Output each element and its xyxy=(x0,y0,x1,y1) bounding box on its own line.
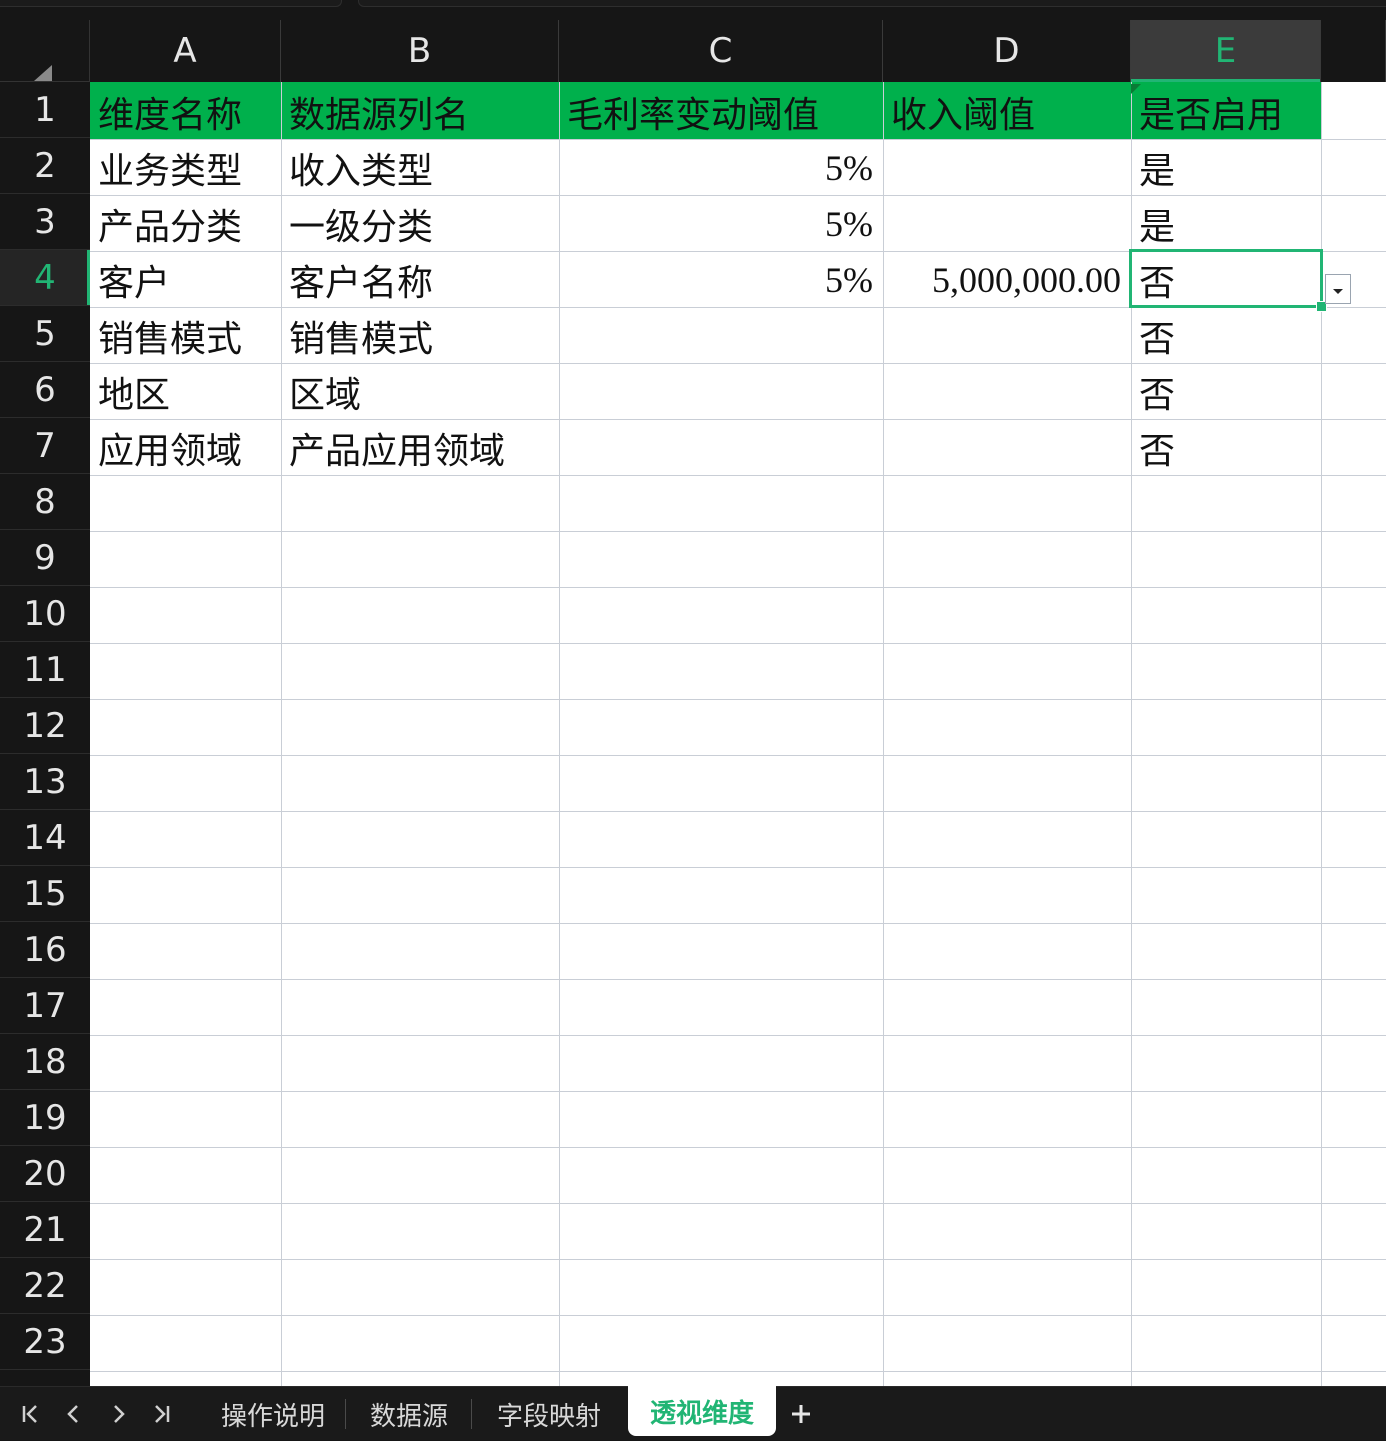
chevron-down-icon xyxy=(1333,288,1343,294)
gridline-horizontal xyxy=(90,1035,1386,1036)
cell-E1[interactable]: 是否启用 xyxy=(1131,84,1321,140)
gridline-horizontal xyxy=(90,531,1386,532)
cell-E3[interactable]: 是 xyxy=(1131,196,1321,252)
toolbar-segment xyxy=(0,0,342,7)
sheet-tab-bar: 操作说明 数据源 字段映射 透视维度 xyxy=(0,1386,1386,1440)
gridline-horizontal xyxy=(90,923,1386,924)
row-header-11[interactable]: 11 xyxy=(0,642,90,698)
cell-B3[interactable]: 一级分类 xyxy=(281,196,559,252)
row-header-13[interactable]: 13 xyxy=(0,754,90,810)
gridline-horizontal xyxy=(90,1147,1386,1148)
last-sheet-icon[interactable] xyxy=(146,1401,176,1427)
cell-C1[interactable]: 毛利率变动阈值 xyxy=(559,84,883,140)
row-header-7[interactable]: 7 xyxy=(0,418,90,474)
row-header-18[interactable]: 18 xyxy=(0,1034,90,1090)
toolbar-segment xyxy=(358,0,1386,7)
tab-data-source[interactable]: 数据源 xyxy=(346,1387,472,1441)
cell-B7[interactable]: 产品应用领域 xyxy=(281,420,559,476)
cell-B5[interactable]: 销售模式 xyxy=(281,308,559,364)
cell-B4[interactable]: 客户名称 xyxy=(281,252,559,308)
spreadsheet: ABCDE 1 2 3 4 5 6 7 8 9 10 11 12 13 14 15 16 17 18 19 20 21 2… xyxy=(0,0,1386,1386)
cell-B6[interactable]: 区域 xyxy=(281,364,559,420)
column-header-D[interactable]: D xyxy=(883,20,1131,82)
row-header-22[interactable]: 22 xyxy=(0,1258,90,1314)
row-header-17[interactable]: 17 xyxy=(0,978,90,1034)
row-header-23[interactable]: 23 xyxy=(0,1314,90,1370)
gridline-horizontal xyxy=(90,867,1386,868)
gridline-horizontal xyxy=(90,979,1386,980)
row-header-16[interactable]: 16 xyxy=(0,922,90,978)
cell-B2[interactable]: 收入类型 xyxy=(281,140,559,196)
cell-A3[interactable]: 产品分类 xyxy=(90,196,281,252)
cell-A2[interactable]: 业务类型 xyxy=(90,140,281,196)
select-all-corner[interactable] xyxy=(0,20,90,82)
cell-E6[interactable]: 否 xyxy=(1131,364,1321,420)
cell-A1[interactable]: 维度名称 xyxy=(90,84,281,140)
cell-A7[interactable]: 应用领域 xyxy=(90,420,281,476)
cell-C2[interactable]: 5% xyxy=(559,140,883,196)
gridline-horizontal xyxy=(90,755,1386,756)
next-sheet-icon[interactable] xyxy=(104,1401,134,1427)
row-header-21[interactable]: 21 xyxy=(0,1202,90,1258)
tab-operation-guide[interactable]: 操作说明 xyxy=(200,1387,346,1441)
row-header-8[interactable]: 8 xyxy=(0,474,90,530)
column-header-A[interactable]: A xyxy=(90,20,281,82)
gridline-horizontal xyxy=(90,1315,1386,1316)
row-header-1[interactable]: 1 xyxy=(0,82,90,138)
first-sheet-icon[interactable] xyxy=(16,1401,46,1427)
row-header-3[interactable]: 3 xyxy=(0,194,90,250)
gridline-horizontal xyxy=(90,699,1386,700)
row-header-5[interactable]: 5 xyxy=(0,306,90,362)
cell-A6[interactable]: 地区 xyxy=(90,364,281,420)
row-header-2[interactable]: 2 xyxy=(0,138,90,194)
cell-D1[interactable]: 收入阈值 xyxy=(883,84,1131,140)
select-all-triangle-icon xyxy=(34,65,52,81)
gridline-horizontal xyxy=(90,643,1386,644)
row-header-19[interactable]: 19 xyxy=(0,1090,90,1146)
tab-label: 操作说明 xyxy=(220,1401,325,1432)
cell-D4[interactable]: 5,000,000.00 xyxy=(883,252,1131,308)
row-header-6[interactable]: 6 xyxy=(0,362,90,418)
column-header-blank[interactable] xyxy=(1321,20,1386,82)
top-toolbar-edge xyxy=(0,0,1386,20)
row-header-4[interactable]: 4 xyxy=(0,250,90,306)
row-header-15[interactable]: 15 xyxy=(0,866,90,922)
cell-E5[interactable]: 否 xyxy=(1131,308,1321,364)
row-header-9[interactable]: 9 xyxy=(0,530,90,586)
gridline-horizontal xyxy=(90,1371,1386,1372)
plus-icon xyxy=(792,1405,810,1423)
column-header-B[interactable]: B xyxy=(281,20,559,82)
tab-label: 字段映射 xyxy=(496,1401,601,1432)
cell-grid[interactable]: 维度名称 数据源列名 毛利率变动阈值 收入阈值 是否启用 业务类型 收入类型 5% 是产品分类一… xyxy=(90,82,1386,1386)
cell-E4[interactable]: 否 xyxy=(1131,252,1321,308)
cell-C4[interactable]: 5% xyxy=(559,252,883,308)
cell-E2[interactable]: 是 xyxy=(1131,140,1321,196)
gridline-vertical xyxy=(1321,82,1322,1386)
cell-E7[interactable]: 否 xyxy=(1131,420,1321,476)
row-header-12[interactable]: 12 xyxy=(0,698,90,754)
cell-C3[interactable]: 5% xyxy=(559,196,883,252)
gridline-horizontal xyxy=(90,811,1386,812)
gridline-horizontal xyxy=(90,1091,1386,1092)
tab-field-mapping[interactable]: 字段映射 xyxy=(472,1387,626,1441)
gridline-horizontal xyxy=(90,1259,1386,1260)
row-header-20[interactable]: 20 xyxy=(0,1146,90,1202)
gridline-horizontal xyxy=(90,587,1386,588)
dropdown-button[interactable] xyxy=(1325,274,1351,304)
tab-pivot-dimensions[interactable]: 透视维度 xyxy=(628,1386,776,1436)
cell-A4[interactable]: 客户 xyxy=(90,252,281,308)
column-header-E[interactable]: E xyxy=(1131,20,1321,82)
comment-indicator xyxy=(1131,84,1141,94)
row-header-partial[interactable] xyxy=(0,1370,90,1386)
tab-label: 数据源 xyxy=(369,1401,448,1432)
row-header-14[interactable]: 14 xyxy=(0,810,90,866)
add-sheet-button[interactable] xyxy=(786,1397,816,1431)
gridline-horizontal xyxy=(90,1203,1386,1204)
cell-B1[interactable]: 数据源列名 xyxy=(281,84,559,140)
column-header-C[interactable]: C xyxy=(559,20,883,82)
tab-label: 透视维度 xyxy=(649,1398,754,1429)
prev-sheet-icon[interactable] xyxy=(58,1401,88,1427)
cell-A5[interactable]: 销售模式 xyxy=(90,308,281,364)
row-header-10[interactable]: 10 xyxy=(0,586,90,642)
